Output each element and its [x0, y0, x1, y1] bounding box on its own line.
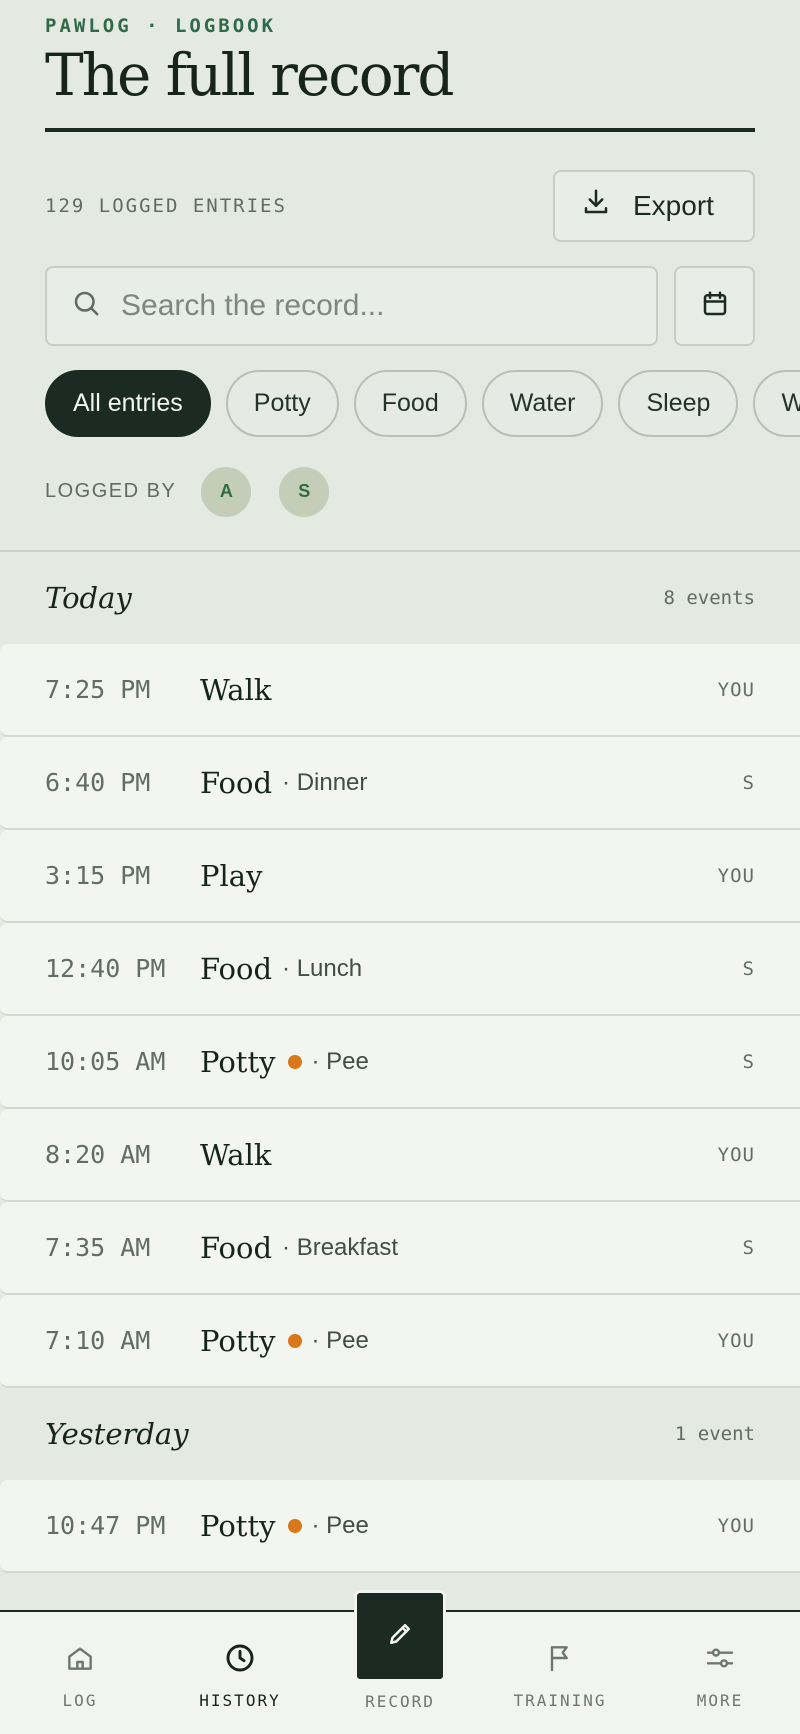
- section-count: 8 events: [663, 587, 755, 609]
- entry-type: Play: [200, 858, 263, 893]
- entry-detail: · Breakfast: [282, 1233, 399, 1261]
- section-title: Yesterday: [45, 1417, 189, 1451]
- search-input[interactable]: [121, 288, 632, 323]
- list-item[interactable]: 8:20 AM Walk YOU: [0, 1109, 800, 1202]
- home-icon: [64, 1642, 96, 1679]
- entry-type: Potty: [200, 1044, 276, 1079]
- entry-detail: · Dinner: [282, 768, 368, 796]
- entry-time: 7:10 AM: [45, 1326, 151, 1355]
- section-count: 1 event: [674, 1423, 755, 1445]
- entry-time: 7:35 AM: [45, 1233, 151, 1262]
- nav-log[interactable]: LOG: [10, 1612, 150, 1710]
- list-item[interactable]: 10:05 AM Potty · Pee S: [0, 1016, 800, 1109]
- search-icon: [71, 288, 101, 323]
- entry-logged-by: YOU: [717, 1329, 755, 1352]
- entry-type: Potty: [200, 1508, 276, 1543]
- potty-status-dot-icon: [287, 1333, 302, 1348]
- nav-label: MORE: [696, 1691, 744, 1710]
- list-item[interactable]: 10:47 PM Potty · Pee YOU: [0, 1480, 800, 1573]
- logged-by-label: LOGGED BY: [45, 480, 177, 503]
- list-item[interactable]: 7:10 AM Potty · Pee YOU: [0, 1295, 800, 1388]
- list-item[interactable]: 7:25 PM Walk YOU: [0, 644, 800, 737]
- title-divider: [45, 127, 755, 132]
- section-header-yesterday: Yesterday 1 event: [0, 1388, 800, 1480]
- list-item[interactable]: 12:40 PM Food · Lunch S: [0, 923, 800, 1016]
- section-title: Today: [45, 581, 132, 615]
- entry-time: 3:15 PM: [45, 861, 151, 890]
- logged-by-row: LOGGED BY A S: [45, 466, 755, 517]
- entry-time: 10:05 AM: [45, 1047, 166, 1076]
- entry-logged-by: YOU: [717, 864, 755, 887]
- entry-count: 129 LOGGED ENTRIES: [45, 194, 287, 217]
- entry-type: Walk: [200, 672, 272, 707]
- entry-type: Food: [200, 765, 273, 800]
- nav-more[interactable]: MORE: [650, 1612, 790, 1710]
- entry-detail: · Pee: [311, 1047, 369, 1075]
- filter-chip-food[interactable]: Food: [353, 369, 467, 437]
- pencil-icon: [385, 1619, 415, 1654]
- clock-icon: [224, 1642, 256, 1679]
- entry-time: 10:47 PM: [45, 1511, 166, 1540]
- entry-time: 7:25 PM: [45, 675, 151, 704]
- entry-type: Potty: [200, 1323, 276, 1358]
- entry-logged-by: S: [742, 1050, 755, 1073]
- nav-training[interactable]: TRAINING: [490, 1612, 630, 1710]
- download-icon: [581, 187, 611, 224]
- list-item[interactable]: 7:35 AM Food · Breakfast S: [0, 1202, 800, 1295]
- entry-time: 8:20 AM: [45, 1140, 151, 1169]
- filter-chip-sleep[interactable]: Sleep: [618, 369, 739, 437]
- sliders-icon: [704, 1642, 736, 1679]
- entry-logged-by: YOU: [717, 1143, 755, 1166]
- filter-chip-potty[interactable]: Potty: [225, 369, 339, 437]
- nav-label: TRAINING: [513, 1691, 607, 1710]
- potty-status-dot-icon: [287, 1054, 302, 1069]
- entry-time: 6:40 PM: [45, 768, 151, 797]
- nav-label: RECORD: [365, 1692, 435, 1711]
- date-filter-button[interactable]: [674, 265, 755, 346]
- nav-record[interactable]: RECORD: [330, 1590, 470, 1711]
- calendar-icon: [700, 289, 730, 322]
- entry-time: 12:40 PM: [45, 954, 166, 983]
- entry-list: Today 8 events 7:25 PM Walk YOU 6:40 PM …: [0, 550, 800, 1573]
- export-label: Export: [633, 189, 714, 221]
- entry-type: Food: [200, 951, 273, 986]
- section-header-today: Today 8 events: [0, 552, 800, 644]
- entry-logged-by: S: [742, 771, 755, 794]
- entry-logged-by: S: [742, 957, 755, 980]
- list-item[interactable]: 3:15 PM Play YOU: [0, 830, 800, 923]
- record-button[interactable]: [354, 1590, 446, 1682]
- page-title: The full record: [45, 41, 454, 109]
- list-item[interactable]: 6:40 PM Food · Dinner S: [0, 737, 800, 830]
- entry-logged-by: YOU: [717, 1514, 755, 1537]
- flag-icon: [544, 1642, 576, 1679]
- filter-chip-overflow[interactable]: W: [753, 369, 800, 437]
- search-box[interactable]: [45, 265, 658, 346]
- entry-detail: · Pee: [311, 1326, 369, 1354]
- entry-detail: · Lunch: [282, 954, 363, 982]
- filter-chip-all[interactable]: All entries: [45, 369, 211, 437]
- nav-label: HISTORY: [199, 1691, 281, 1710]
- export-button[interactable]: Export: [553, 169, 755, 242]
- entry-detail: · Pee: [311, 1511, 369, 1539]
- filter-chip-water[interactable]: Water: [481, 369, 604, 437]
- search-row: [45, 265, 755, 346]
- nav-history[interactable]: HISTORY: [170, 1612, 310, 1710]
- page-header: PAWLOG · LOGBOOK The full record 129 LOG…: [0, 0, 800, 346]
- potty-status-dot-icon: [287, 1518, 302, 1533]
- entry-logged-by: S: [742, 1236, 755, 1259]
- app-eyebrow: PAWLOG · LOGBOOK: [45, 15, 277, 37]
- entry-logged-by: YOU: [717, 678, 755, 701]
- avatar[interactable]: A: [201, 466, 252, 517]
- bottom-nav: LOG HISTORY RECORD TRAINING MORE: [0, 1590, 800, 1734]
- filter-chips: All entries Potty Food Water Sleep W: [45, 369, 800, 437]
- meta-row: 129 LOGGED ENTRIES Export: [45, 169, 755, 242]
- avatar[interactable]: S: [279, 466, 330, 517]
- nav-label: LOG: [62, 1691, 98, 1710]
- entry-type: Food: [200, 1230, 273, 1265]
- entry-type: Walk: [200, 1137, 272, 1172]
